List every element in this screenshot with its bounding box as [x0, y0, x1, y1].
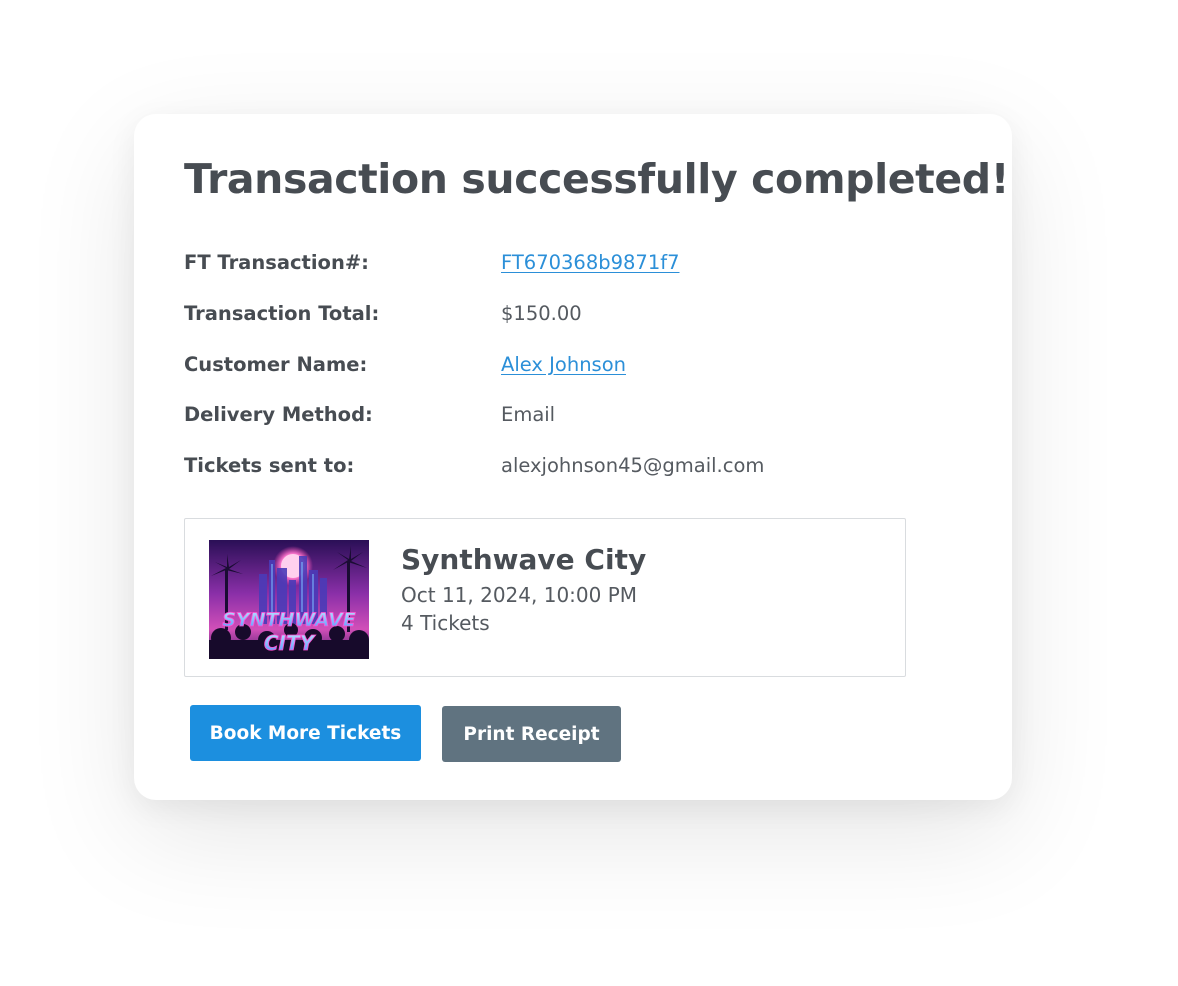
- transaction-total-label: Transaction Total:: [184, 301, 380, 325]
- transaction-card: Transaction successfully completed! FT T…: [134, 114, 1012, 800]
- book-more-tickets-button[interactable]: Book More Tickets: [190, 705, 421, 761]
- poster-title-line1: SYNTHWAVE: [222, 609, 356, 631]
- detail-row-delivery: Delivery Method: Email: [184, 403, 964, 454]
- customer-name-label: Customer Name:: [184, 352, 368, 376]
- event-ticket-count: 4 Tickets: [401, 611, 490, 635]
- transaction-total-value: $150.00: [501, 301, 582, 325]
- poster-title-line2: CITY: [264, 631, 317, 655]
- event-name: Synthwave City: [401, 543, 647, 576]
- detail-row-transaction-id: FT Transaction#: FT670368b9871f7: [184, 251, 964, 302]
- transaction-details: FT Transaction#: FT670368b9871f7 Transac…: [184, 251, 964, 505]
- delivery-method-value: Email: [501, 403, 556, 427]
- transaction-id-label: FT Transaction#:: [184, 251, 369, 274]
- event-summary: SYNTHWAVE CITY Synthwave City Oct 11, 20…: [184, 518, 906, 677]
- detail-row-sent-to: Tickets sent to: alexjohnson45@gmail.com: [184, 454, 964, 505]
- delivery-method-label: Delivery Method:: [184, 403, 373, 427]
- event-date: Oct 11, 2024, 10:00 PM: [401, 583, 638, 607]
- detail-row-customer: Customer Name: Alex Johnson: [184, 353, 964, 404]
- tickets-sent-to-label: Tickets sent to:: [184, 454, 355, 478]
- print-receipt-button[interactable]: Print Receipt: [442, 706, 621, 762]
- transaction-id-link[interactable]: FT670368b9871f7: [501, 251, 680, 274]
- customer-name-link[interactable]: Alex Johnson: [501, 353, 626, 376]
- page-title: Transaction successfully completed!: [184, 155, 1009, 203]
- detail-row-total: Transaction Total: $150.00: [184, 302, 964, 353]
- tickets-sent-to-value: alexjohnson45@gmail.com: [501, 454, 765, 478]
- event-poster-image: SYNTHWAVE CITY: [209, 540, 369, 659]
